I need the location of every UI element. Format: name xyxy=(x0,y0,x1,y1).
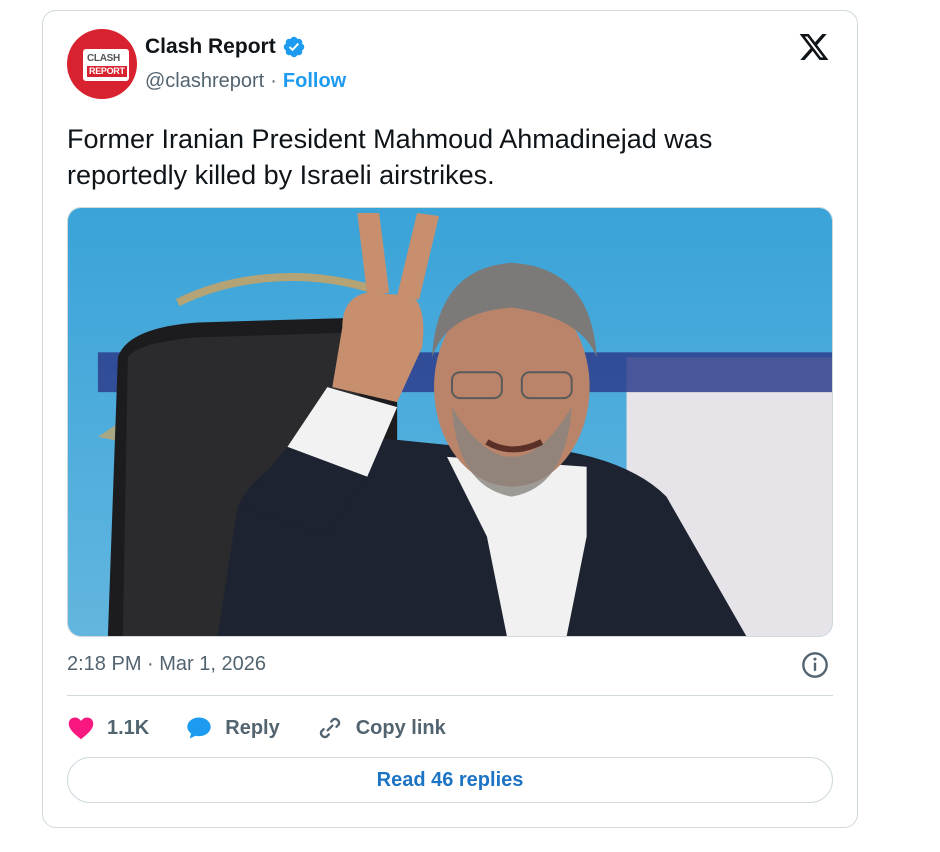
author-name-row: Clash Report xyxy=(145,35,306,59)
copy-link-label: Copy link xyxy=(355,716,446,739)
author-display-name[interactable]: Clash Report xyxy=(145,35,276,59)
x-logo-icon[interactable] xyxy=(797,31,831,63)
avatar[interactable]: CLASH REPORT xyxy=(67,29,137,99)
separator-dot: · xyxy=(270,70,277,92)
copy-link-button[interactable]: Copy link xyxy=(316,714,446,742)
read-replies-button[interactable]: Read 46 replies xyxy=(67,757,833,803)
reply-label: Reply xyxy=(225,716,280,739)
reply-button[interactable]: Reply xyxy=(185,714,280,742)
link-icon xyxy=(319,717,340,739)
likes-count: 1.1K xyxy=(107,716,150,739)
action-bar: 1.1K Reply Copy link xyxy=(67,711,482,745)
tweet-text: Former Iranian President Mahmoud Ahmadin… xyxy=(67,124,713,190)
verified-badge-icon xyxy=(283,36,304,58)
info-icon[interactable] xyxy=(801,651,829,679)
tweet-timestamp[interactable]: 2:18 PM · Mar 1, 2026 xyxy=(67,653,266,676)
avatar-text-bottom: REPORT xyxy=(87,66,127,77)
follow-button[interactable]: Follow xyxy=(283,70,346,93)
divider xyxy=(67,695,833,696)
speech-bubble-icon xyxy=(187,717,211,739)
tweet-photo[interactable] xyxy=(67,207,833,637)
tweet-card: CLASH REPORT Clash Report @clashreport ·… xyxy=(42,10,858,828)
avatar-text-top: CLASH xyxy=(87,53,120,64)
like-button[interactable]: 1.1K xyxy=(67,714,149,742)
author-handle-row: @clashreport · Follow xyxy=(145,70,346,93)
author-handle[interactable]: @clashreport xyxy=(145,70,264,93)
photo-illustration xyxy=(68,208,832,636)
heart-icon xyxy=(68,717,94,740)
